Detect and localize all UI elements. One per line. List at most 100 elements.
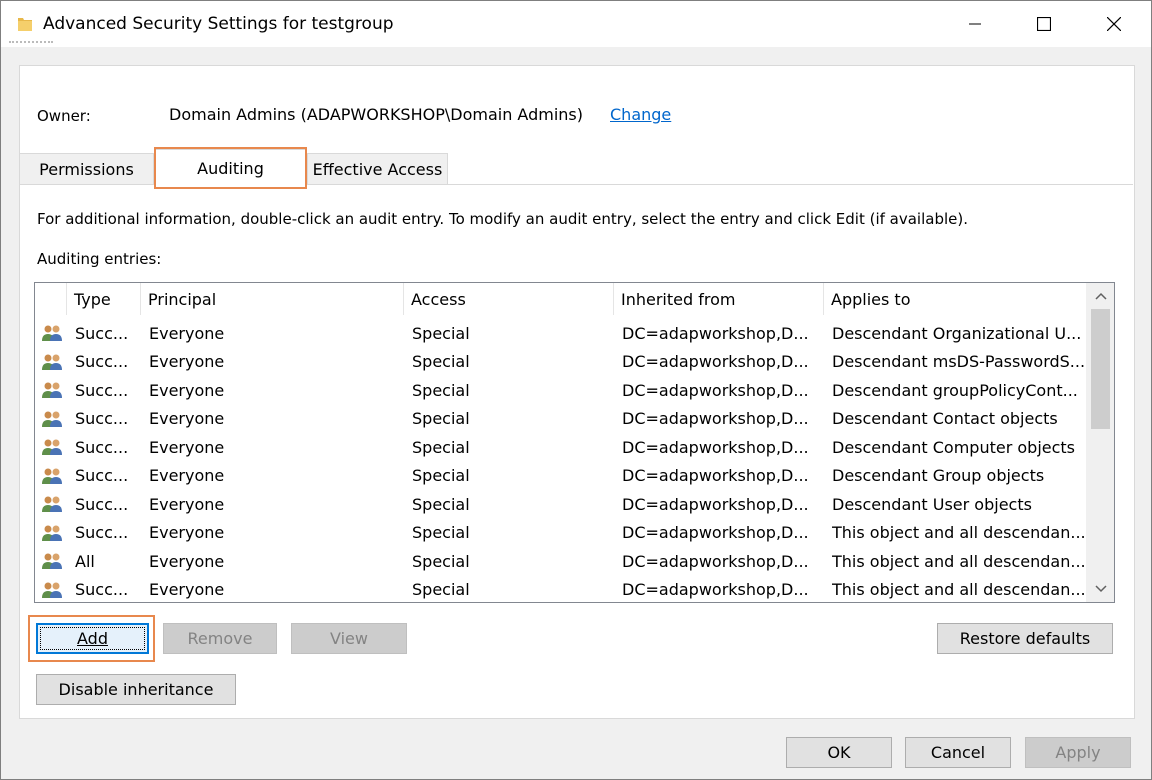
cell-applies-to: This object and all descendan... xyxy=(832,523,1084,542)
cell-applies-to: Descendant Computer objects xyxy=(832,437,1076,457)
cell-type: Succ... xyxy=(75,437,129,457)
table-row[interactable]: Succ... Everyone Special DC=adapworkshop,D.… xyxy=(35,348,1087,376)
cell-inherited-from: DC=adapworkshop,D... xyxy=(622,380,809,400)
cell-type: Succ... xyxy=(75,466,129,485)
cell-type: Succ... xyxy=(75,523,129,542)
cell-access: Special xyxy=(412,551,470,571)
view-button[interactable]: View xyxy=(291,623,407,654)
cell-applies-to: Descendant msDS-PasswordS... xyxy=(832,352,1084,371)
ok-button[interactable]: OK xyxy=(786,737,892,768)
restore-defaults-button[interactable]: Restore defaults xyxy=(937,623,1113,654)
users-group-icon xyxy=(42,496,62,512)
column-type-label: Type xyxy=(74,289,111,309)
cell-inherited-from: DC=adapworkshop,D... xyxy=(622,437,809,457)
minimize-button[interactable] xyxy=(952,1,998,47)
cell-principal: Everyone xyxy=(149,437,225,457)
auditing-entries-label: Auditing entries: xyxy=(37,250,162,268)
users-group-icon xyxy=(42,468,62,484)
cell-inherited-from: DC=adapworkshop,D... xyxy=(622,523,809,542)
cell-principal: Everyone xyxy=(149,380,225,400)
cell-type: Succ... xyxy=(75,380,129,400)
disable-inheritance-button[interactable]: Disable inheritance xyxy=(36,674,236,705)
maximize-button[interactable] xyxy=(1021,1,1067,47)
tab-effective-access-label: Effective Access xyxy=(312,159,443,179)
table-row[interactable]: Succ... Everyone Special DC=adapworkshop,D.… xyxy=(35,462,1087,490)
column-access-label: Access xyxy=(411,289,466,309)
users-group-icon xyxy=(42,382,62,398)
remove-button[interactable]: Remove xyxy=(163,623,277,654)
remove-button-label: Remove xyxy=(187,629,253,648)
cell-type: Succ... xyxy=(75,409,129,428)
column-header-principal[interactable]: Principal xyxy=(141,283,404,315)
column-header-type[interactable]: Type xyxy=(67,283,141,315)
table-row[interactable]: All Everyone Special DC=adapworkshop,D... Th… xyxy=(35,547,1087,575)
cell-access: Special xyxy=(412,437,470,457)
column-header-icon[interactable] xyxy=(35,283,67,315)
table-row[interactable]: Succ... Everyone Special DC=adapworkshop,D.… xyxy=(35,490,1087,518)
table-row[interactable]: Succ... Everyone Special DC=adapworkshop,D.… xyxy=(35,576,1087,603)
cell-principal: Everyone xyxy=(149,323,225,343)
column-header-inherited-from[interactable]: Inherited from xyxy=(614,283,824,315)
add-button-label: Add xyxy=(77,629,108,648)
title-bar: Advanced Security Settings for testgroup xyxy=(1,1,1151,47)
users-group-icon xyxy=(42,354,62,370)
tab-permissions-label: Permissions xyxy=(39,159,134,179)
column-header-access[interactable]: Access xyxy=(404,283,614,315)
owner-label: Owner: xyxy=(37,107,91,125)
cell-inherited-from: DC=adapworkshop,D... xyxy=(622,580,809,599)
view-button-label: View xyxy=(330,629,368,648)
cell-applies-to: This object and all descendan... xyxy=(832,580,1084,599)
cell-applies-to: Descendant groupPolicyCont... xyxy=(832,380,1078,400)
users-group-icon xyxy=(42,325,62,341)
cell-access: Special xyxy=(412,352,470,371)
tab-auditing-label: Auditing xyxy=(197,158,264,178)
scroll-down-button[interactable] xyxy=(1087,576,1114,602)
table-row[interactable]: Succ... Everyone Special DC=adapworkshop,D.… xyxy=(35,405,1087,433)
cancel-button-label: Cancel xyxy=(930,743,986,762)
cell-principal: Everyone xyxy=(149,352,225,371)
cell-inherited-from: DC=adapworkshop,D... xyxy=(622,551,809,571)
column-header-applies-to[interactable]: Applies to xyxy=(824,283,1087,315)
cell-type: All xyxy=(75,551,95,571)
column-principal-label: Principal xyxy=(148,289,217,309)
cancel-button[interactable]: Cancel xyxy=(905,737,1011,768)
auditing-info-text: For additional information, double-click… xyxy=(37,210,968,228)
table-row[interactable]: Succ... Everyone Special DC=adapworkshop,D.… xyxy=(35,376,1087,404)
tab-effective-access[interactable]: Effective Access xyxy=(307,153,448,184)
auditing-entries-list[interactable]: Type Principal Access Inherited from App… xyxy=(34,282,1115,603)
cell-type: Succ... xyxy=(75,494,129,514)
tab-auditing[interactable]: Auditing xyxy=(154,149,307,186)
users-group-icon xyxy=(42,525,62,541)
table-row[interactable]: Succ... Everyone Special DC=adapworkshop,D.… xyxy=(35,519,1087,547)
scrollbar-thumb[interactable] xyxy=(1091,309,1110,429)
table-row[interactable]: Succ... Everyone Special DC=adapworkshop,D.… xyxy=(35,433,1087,461)
vertical-scrollbar[interactable] xyxy=(1086,283,1114,602)
scroll-up-button[interactable] xyxy=(1087,283,1114,309)
change-owner-link[interactable]: Change xyxy=(610,105,671,124)
title-separator xyxy=(9,41,53,43)
apply-button-label: Apply xyxy=(1055,743,1101,762)
security-settings-window: Advanced Security Settings for testgroup… xyxy=(0,0,1152,780)
cell-principal: Everyone xyxy=(149,466,225,485)
disable-inheritance-label: Disable inheritance xyxy=(58,680,214,699)
add-button[interactable]: Add xyxy=(36,623,149,654)
cell-access: Special xyxy=(412,380,470,400)
users-group-icon xyxy=(42,411,62,427)
close-button[interactable] xyxy=(1091,1,1137,47)
cell-inherited-from: DC=adapworkshop,D... xyxy=(622,352,809,371)
cell-inherited-from: DC=adapworkshop,D... xyxy=(622,323,809,343)
tab-permissions[interactable]: Permissions xyxy=(19,153,154,184)
apply-button[interactable]: Apply xyxy=(1025,737,1131,768)
window-title: Advanced Security Settings for testgroup xyxy=(43,14,394,34)
table-row[interactable]: Succ... Everyone Special DC=adapworkshop,D.… xyxy=(35,319,1087,347)
minimize-icon xyxy=(969,23,981,25)
column-inherited-label: Inherited from xyxy=(621,289,736,309)
cell-principal: Everyone xyxy=(149,409,225,428)
users-group-icon xyxy=(42,582,62,598)
cell-access: Special xyxy=(412,323,470,343)
cell-applies-to: Descendant Contact objects xyxy=(832,409,1058,428)
cell-inherited-from: DC=adapworkshop,D... xyxy=(622,409,809,428)
cell-principal: Everyone xyxy=(149,494,225,514)
cell-access: Special xyxy=(412,466,470,485)
list-header: Type Principal Access Inherited from App… xyxy=(35,283,1087,315)
